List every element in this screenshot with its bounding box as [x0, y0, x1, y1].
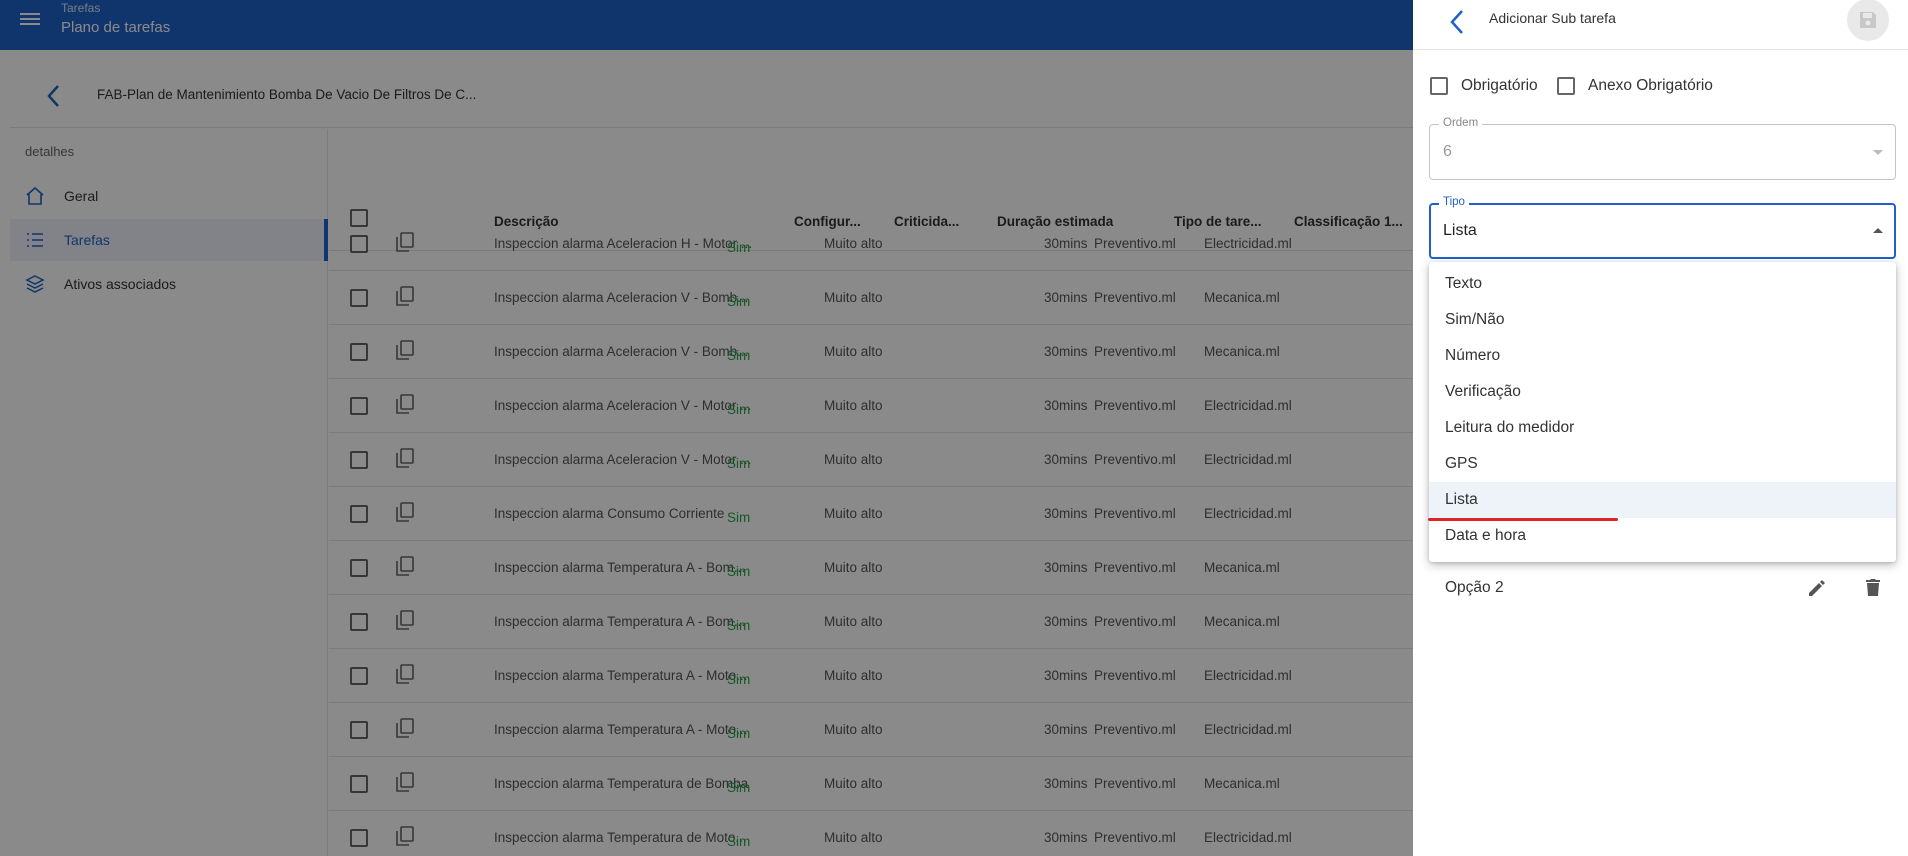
type-option[interactable]: Número [1429, 338, 1896, 374]
attachment-checkbox-group[interactable]: Anexo Obrigatório [1557, 77, 1713, 95]
type-label: Tipo [1439, 196, 1469, 208]
type-option[interactable]: Sim/Não [1429, 302, 1896, 338]
type-option[interactable]: Texto [1429, 266, 1896, 302]
mandatory-checkbox-group[interactable]: Obrigatório [1430, 77, 1538, 95]
edit-icon[interactable] [1805, 576, 1829, 600]
add-subtask-drawer: Adicionar Sub tarefa Obrigatório Anexo O… [1413, 0, 1908, 856]
drawer-title: Adicionar Sub tarefa [1489, 10, 1616, 26]
list-option-label: Opção 2 [1445, 579, 1504, 596]
type-option[interactable]: Data e hora [1429, 518, 1896, 554]
back-arrow-icon[interactable] [1447, 6, 1467, 38]
chevron-down-icon [1873, 150, 1883, 155]
type-option[interactable]: Leitura do medidor [1429, 410, 1896, 446]
order-select[interactable]: Ordem 6 [1429, 117, 1896, 180]
list-option-item: Opção 2 [1429, 567, 1896, 609]
type-option[interactable]: Verificação [1429, 374, 1896, 410]
drawer-header: Adicionar Sub tarefa [1413, 0, 1908, 50]
type-dropdown-menu: Texto Sim/Não Número Verificação Leitura do … [1429, 262, 1896, 562]
save-icon [1860, 12, 1876, 28]
chevron-up-icon [1873, 228, 1883, 233]
mandatory-label: Obrigatório [1461, 77, 1538, 94]
attachment-required-checkbox[interactable] [1557, 77, 1575, 95]
highlight-underline [1428, 518, 1618, 521]
order-value: 6 [1443, 143, 1452, 160]
delete-icon[interactable] [1861, 576, 1885, 600]
type-select[interactable]: Tipo Lista [1429, 196, 1896, 259]
type-option[interactable]: GPS [1429, 446, 1896, 482]
mandatory-checkbox[interactable] [1430, 77, 1448, 95]
attachment-label: Anexo Obrigatório [1588, 77, 1713, 94]
type-option[interactable]: Lista [1429, 482, 1896, 518]
order-label: Ordem [1439, 117, 1483, 129]
type-value: Lista [1443, 222, 1477, 239]
save-button[interactable] [1847, 0, 1889, 41]
